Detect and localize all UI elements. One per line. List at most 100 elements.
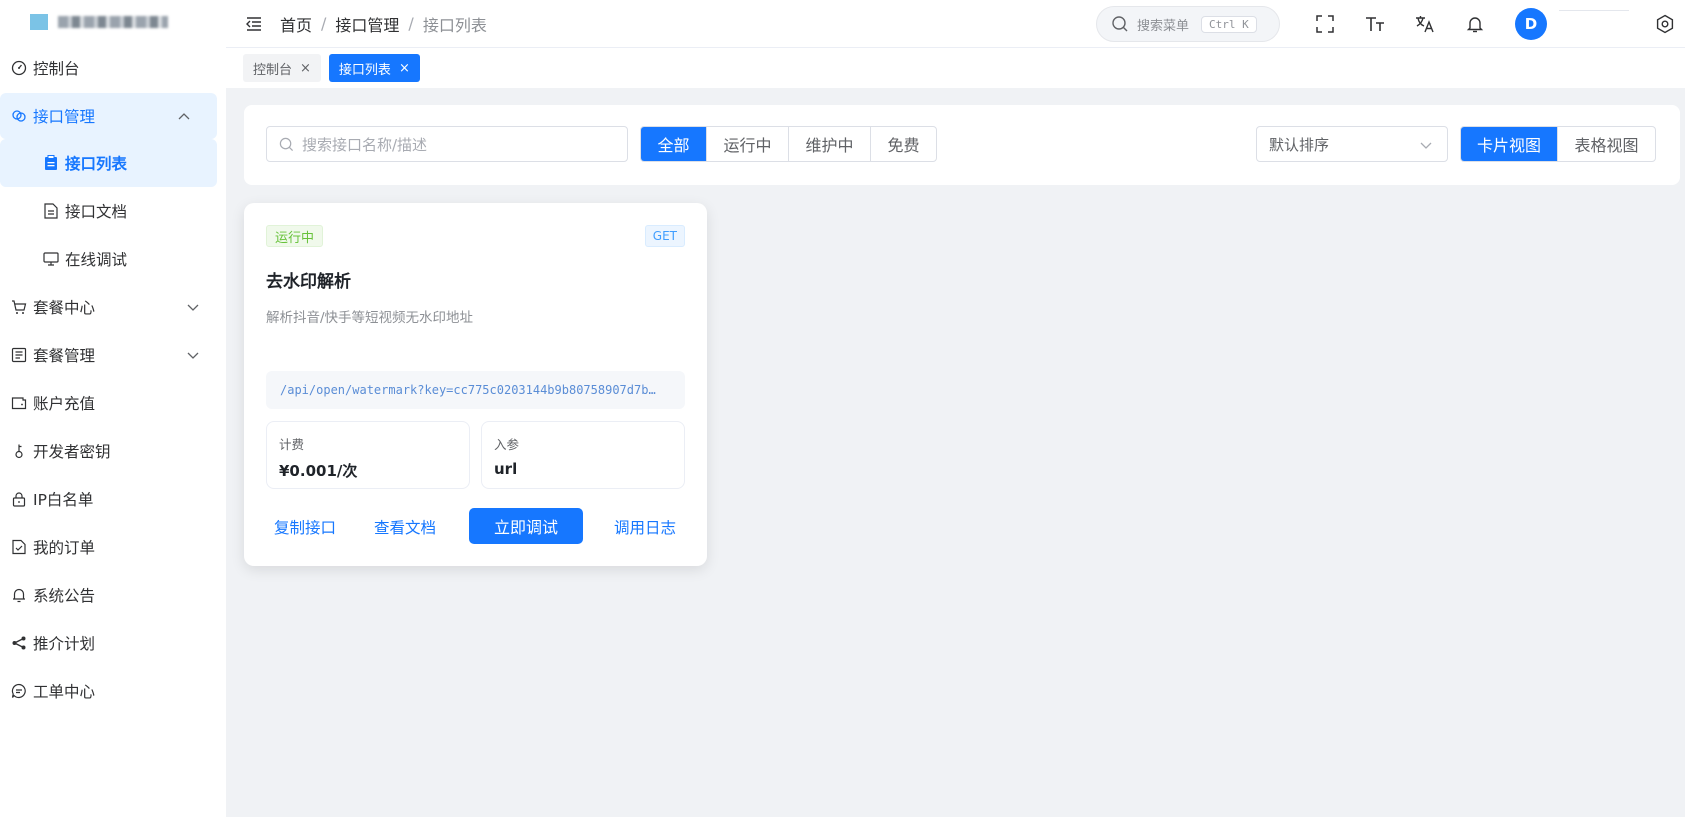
card-actions: 复制接口 查看文档 立即调试 调用日志	[244, 508, 707, 544]
breadcrumb-separator: /	[408, 14, 414, 33]
card-view-button[interactable]: 卡片视图	[1461, 127, 1558, 161]
menu-search-button[interactable]: 搜索菜单 Ctrl K	[1096, 6, 1280, 42]
sidebar-item-label: 系统公告	[33, 587, 96, 605]
key-icon	[10, 442, 28, 460]
sort-select[interactable]: 默认排序	[1256, 126, 1448, 162]
sidebar-item-api-docs[interactable]: 接口文档	[0, 187, 226, 235]
chat-icon	[10, 682, 28, 700]
sidebar-item-referral[interactable]: 推介计划	[0, 619, 226, 667]
menu-search-label: 搜索菜单	[1137, 18, 1190, 34]
dashboard-icon	[10, 59, 28, 77]
sidebar-item-api-list[interactable]: 接口列表	[0, 139, 217, 187]
breadcrumb-separator: /	[321, 14, 327, 33]
search-icon	[1112, 16, 1128, 32]
api-search-input[interactable]: 搜索接口名称/描述	[266, 126, 628, 162]
view-docs-link[interactable]: 查看文档	[374, 516, 436, 538]
tab-dashboard[interactable]: 控制台 ×	[243, 54, 321, 82]
status-badge: 运行中	[266, 225, 324, 247]
search-icon	[279, 137, 294, 151]
sidebar-item-label: 开发者密钥	[33, 443, 111, 461]
font-size-icon[interactable]	[1365, 14, 1385, 34]
status-filter-running[interactable]: 运行中	[707, 127, 789, 161]
filter-bar: 搜索接口名称/描述 全部 运行中 维护中 免费 默认排序 卡片视图 表格视图	[244, 105, 1680, 185]
translate-icon[interactable]	[1415, 14, 1435, 34]
sidebar-item-ip-whitelist[interactable]: IP白名单	[0, 475, 226, 523]
sidebar-item-label: 套餐中心	[33, 299, 96, 317]
tab-api-list[interactable]: 接口列表 ×	[328, 54, 420, 82]
copy-api-link[interactable]: 复制接口	[274, 516, 336, 538]
sidebar-item-label: 接口管理	[33, 108, 96, 126]
breadcrumb-api-management[interactable]: 接口管理	[335, 12, 399, 36]
debug-now-button[interactable]: 立即调试	[469, 508, 583, 544]
link-icon	[10, 107, 28, 125]
call-logs-link[interactable]: 调用日志	[614, 516, 676, 538]
sidebar-item-online-debug[interactable]: 在线调试	[0, 235, 226, 283]
sidebar-item-api-management[interactable]: 接口管理	[0, 93, 217, 139]
bell-icon	[10, 586, 28, 604]
status-filter-maintenance[interactable]: 维护中	[789, 127, 871, 161]
sidebar-item-label: 工单中心	[33, 683, 96, 701]
sidebar-item-developer-keys[interactable]: 开发者密钥	[0, 427, 226, 475]
wallet-icon	[10, 394, 28, 412]
api-card: 运行中 GET 去水印解析 解析抖音/快手等短视频无水印地址 /api/open…	[244, 203, 707, 566]
sidebar-item-label: 我的订单	[33, 539, 96, 557]
sort-value: 默认排序	[1269, 135, 1330, 154]
logo-mark	[30, 14, 48, 30]
sidebar-item-label: 控制台	[33, 60, 80, 78]
breadcrumb: 首页 / 接口管理 / 接口列表	[280, 12, 487, 36]
main-content: 搜索接口名称/描述 全部 运行中 维护中 免费 默认排序 卡片视图 表格视图 运…	[226, 88, 1685, 817]
top-header: 首页 / 接口管理 / 接口列表 搜索菜单 Ctrl K D	[226, 0, 1685, 48]
sidebar-item-recharge[interactable]: 账户充值	[0, 379, 226, 427]
chevron-down-icon	[1420, 142, 1432, 149]
method-badge: GET	[644, 225, 685, 247]
header-actions: 搜索菜单 Ctrl K D	[1096, 0, 1685, 48]
api-url-text: /api/open/watermark?key=cc775c0203144b9b…	[280, 383, 656, 397]
sidebar-item-label: 套餐管理	[33, 347, 96, 365]
sidebar-item-package-management[interactable]: 套餐管理	[0, 331, 226, 379]
api-url[interactable]: /api/open/watermark?key=cc775c0203144b9b…	[266, 371, 685, 409]
sidebar-item-announcements[interactable]: 系统公告	[0, 571, 226, 619]
status-filter-group: 全部 运行中 维护中 免费	[640, 126, 937, 162]
view-toggle-group: 卡片视图 表格视图	[1460, 126, 1656, 162]
sidebar-item-package-center[interactable]: 套餐中心	[0, 283, 226, 331]
user-avatar[interactable]: D	[1515, 8, 1547, 40]
username-placeholder[interactable]	[1559, 10, 1629, 12]
cart-icon	[10, 298, 28, 316]
param-box: 入参 url	[481, 421, 685, 489]
list-icon	[10, 346, 28, 364]
fee-value: ¥0.001/次	[279, 462, 358, 480]
fullscreen-icon[interactable]	[1315, 14, 1335, 34]
table-view-button[interactable]: 表格视图	[1558, 127, 1655, 161]
sidebar-item-dashboard[interactable]: 控制台	[0, 44, 226, 92]
sidebar-item-label: IP白名单	[33, 491, 94, 509]
order-icon	[10, 538, 28, 556]
status-filter-free[interactable]: 免费	[871, 127, 936, 161]
sidebar-item-tickets[interactable]: 工单中心	[0, 667, 226, 715]
search-shortcut-badge: Ctrl K	[1201, 15, 1257, 33]
fee-box: 计费 ¥0.001/次	[266, 421, 470, 489]
sidebar-item-label: 接口列表	[65, 155, 128, 173]
sidebar: 控制台 接口管理 接口列表 接口文档 在线调试 套餐中心 套餐管理 账户充值 开…	[0, 0, 226, 817]
close-icon[interactable]: ×	[300, 61, 311, 76]
menu-fold-icon[interactable]	[246, 16, 262, 32]
notification-bell-icon[interactable]	[1465, 14, 1485, 34]
settings-icon[interactable]	[1655, 14, 1675, 34]
close-icon[interactable]: ×	[399, 61, 410, 76]
param-value: url	[494, 460, 518, 478]
status-filter-all[interactable]: 全部	[641, 127, 707, 161]
sidebar-item-label: 账户充值	[33, 395, 96, 413]
share-icon	[10, 634, 28, 652]
app-logo[interactable]	[0, 0, 226, 44]
breadcrumb-home[interactable]: 首页	[280, 12, 312, 36]
tab-label: 控制台	[253, 62, 293, 78]
breadcrumb-current: 接口列表	[422, 15, 487, 35]
sidebar-item-label: 推介计划	[33, 635, 96, 653]
chevron-down-icon	[187, 352, 199, 359]
sidebar-item-label: 接口文档	[65, 203, 128, 221]
fee-label: 计费	[279, 437, 305, 452]
search-placeholder: 搜索接口名称/描述	[302, 135, 428, 154]
sidebar-item-my-orders[interactable]: 我的订单	[0, 523, 226, 571]
chevron-down-icon	[187, 304, 199, 311]
tabs-bar: 控制台 × 接口列表 ×	[226, 48, 1685, 88]
lock-icon	[10, 490, 28, 508]
